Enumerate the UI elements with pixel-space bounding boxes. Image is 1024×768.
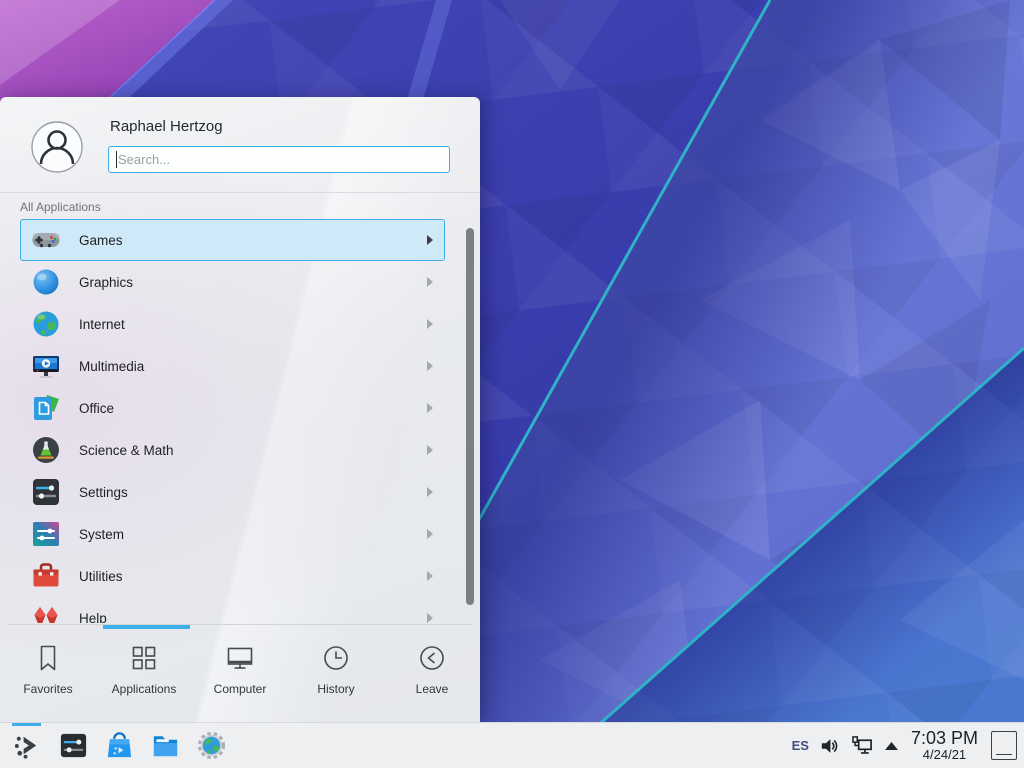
submenu-arrow-icon — [427, 277, 433, 287]
launcher-header: Raphael Hertzog — [0, 97, 480, 193]
category-row-help[interactable]: Help — [20, 597, 445, 623]
user-name: Raphael Hertzog — [110, 118, 223, 135]
sliders-gradient-icon — [30, 518, 62, 550]
help-arrows-icon — [30, 602, 62, 623]
volume-icon[interactable] — [820, 736, 840, 756]
discover-bag-icon — [104, 730, 135, 761]
show-desktop-button[interactable] — [991, 731, 1017, 760]
toolbox-icon — [30, 560, 62, 592]
discover-button[interactable] — [103, 723, 135, 768]
category-label: Help — [79, 611, 107, 624]
tab-label: History — [317, 682, 354, 696]
active-tab-indicator — [103, 625, 190, 629]
submenu-arrow-icon — [427, 319, 433, 329]
gamepad-icon — [30, 224, 62, 256]
active-task-indicator — [12, 723, 41, 726]
section-label: All Applications — [20, 200, 101, 214]
category-list: Games Graphics — [0, 219, 480, 623]
category-row-internet[interactable]: Internet — [20, 303, 445, 345]
tab-label: Favorites — [23, 682, 72, 696]
system-settings-icon — [58, 730, 89, 761]
application-launcher-button[interactable] — [11, 723, 43, 768]
search-input[interactable] — [108, 146, 450, 173]
clock-time: 7:03 PM — [911, 728, 978, 749]
taskbar-launchers — [0, 723, 227, 768]
clock-date: 4/24/21 — [911, 748, 978, 763]
system-tray: ES 7:03 PM 4/24/21 — [792, 728, 1024, 764]
category-label: Games — [79, 233, 123, 248]
tab-favorites[interactable]: Favorites — [0, 631, 96, 717]
network-icon[interactable] — [851, 735, 874, 756]
submenu-arrow-icon — [427, 571, 433, 581]
tabbar-divider — [8, 624, 472, 625]
category-label: Science & Math — [79, 443, 174, 458]
bookmark-icon — [33, 643, 63, 673]
category-label: System — [79, 527, 124, 542]
tab-computer[interactable]: Computer — [192, 631, 288, 717]
browser-globe-gear-icon — [196, 730, 227, 761]
tab-history[interactable]: History — [288, 631, 384, 717]
grid-icon — [129, 643, 159, 673]
category-row-office[interactable]: Office — [20, 387, 445, 429]
application-launcher-menu: Raphael Hertzog All Applications Games — [0, 97, 480, 722]
category-label: Graphics — [79, 275, 133, 290]
tab-label: Computer — [214, 682, 267, 696]
leave-circle-icon — [417, 643, 447, 673]
system-settings-button[interactable] — [57, 723, 89, 768]
file-manager-button[interactable] — [149, 723, 181, 768]
category-row-system[interactable]: System — [20, 513, 445, 555]
tab-label: Leave — [416, 682, 449, 696]
digital-clock[interactable]: 7:03 PM 4/24/21 — [911, 728, 978, 764]
category-label: Internet — [79, 317, 125, 332]
list-scrollbar[interactable] — [466, 228, 474, 605]
user-avatar-icon[interactable] — [31, 121, 83, 173]
search-field-wrapper — [108, 146, 450, 173]
category-label: Settings — [79, 485, 128, 500]
document-icon — [30, 392, 62, 424]
flask-icon — [30, 434, 62, 466]
submenu-arrow-icon — [427, 235, 433, 245]
expand-tray-chevron-icon[interactable] — [885, 742, 898, 750]
tab-applications[interactable]: Applications — [96, 631, 192, 717]
tab-leave[interactable]: Leave — [384, 631, 480, 717]
submenu-arrow-icon — [427, 613, 433, 623]
globe-icon — [30, 308, 62, 340]
submenu-arrow-icon — [427, 487, 433, 497]
monitor-play-icon — [30, 350, 62, 382]
desktop: Raphael Hertzog All Applications Games — [0, 0, 1024, 768]
category-label: Office — [79, 401, 114, 416]
clock-icon — [321, 643, 351, 673]
category-row-multimedia[interactable]: Multimedia — [20, 345, 445, 387]
category-row-utilities[interactable]: Utilities — [20, 555, 445, 597]
submenu-arrow-icon — [427, 529, 433, 539]
keyboard-layout-indicator[interactable]: ES — [792, 738, 809, 753]
submenu-arrow-icon — [427, 403, 433, 413]
graphics-sphere-icon — [30, 266, 62, 298]
tab-label: Applications — [112, 682, 177, 696]
text-caret — [116, 151, 117, 168]
category-label: Utilities — [79, 569, 123, 584]
category-label: Multimedia — [79, 359, 144, 374]
launcher-tabbar: Favorites Applications Computer — [0, 631, 480, 717]
submenu-arrow-icon — [427, 445, 433, 455]
computer-icon — [225, 643, 255, 673]
category-row-science-math[interactable]: Science & Math — [20, 429, 445, 471]
sliders-dark-icon — [30, 476, 62, 508]
web-browser-button[interactable] — [195, 723, 227, 768]
submenu-arrow-icon — [427, 361, 433, 371]
category-row-graphics[interactable]: Graphics — [20, 261, 445, 303]
kde-kickoff-icon — [12, 730, 43, 761]
category-row-games[interactable]: Games — [20, 219, 445, 261]
taskbar-panel: ES 7:03 PM 4/24/21 — [0, 722, 1024, 768]
folder-icon — [150, 730, 181, 761]
category-row-settings[interactable]: Settings — [20, 471, 445, 513]
